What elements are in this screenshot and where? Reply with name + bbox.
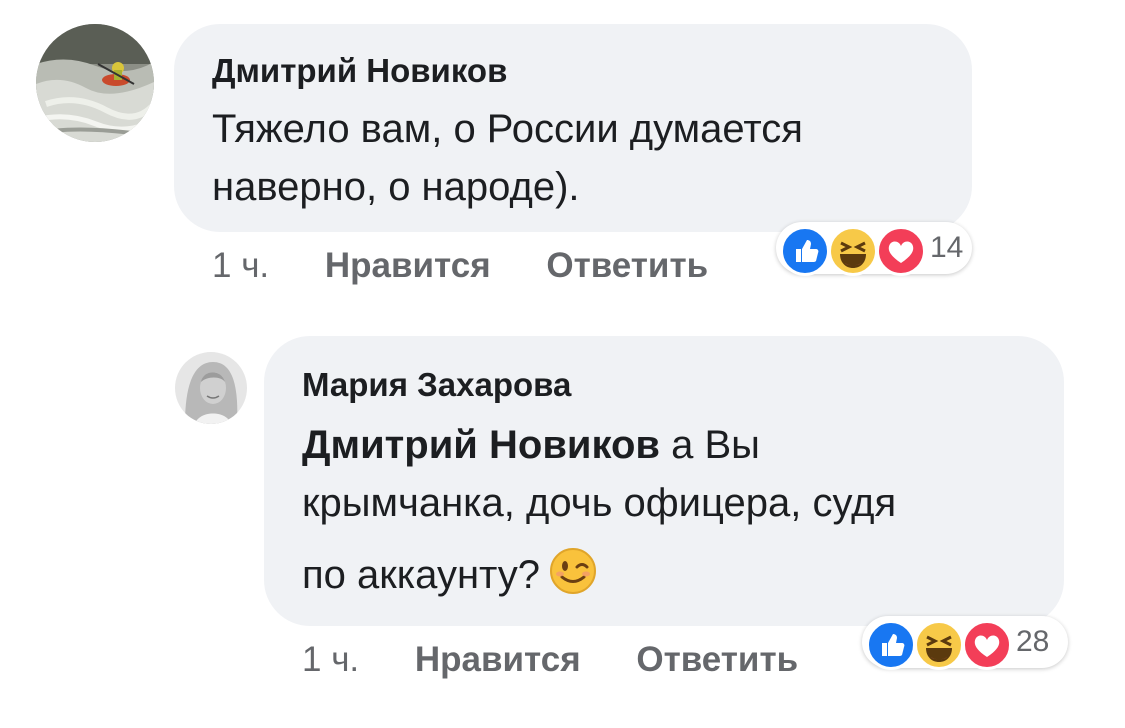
reaction-count: 14 (930, 231, 964, 264)
reply-button[interactable]: Ответить (636, 640, 798, 679)
avatar[interactable] (36, 24, 154, 142)
woman-portrait-avatar (175, 352, 247, 424)
reaction-count: 28 (1016, 625, 1050, 658)
author-name[interactable]: Мария Захарова (302, 366, 571, 404)
comment-text-line: наверно, о народе). (212, 165, 580, 209)
timestamp[interactable]: 1 ч. (302, 640, 359, 679)
comment-2: Мария Захарова Дмитрий Новиков а Вы крым… (0, 300, 1125, 728)
reply-button[interactable]: Ответить (546, 246, 708, 285)
reaction-summary[interactable]: 14 (776, 222, 972, 276)
comment-text-fragment: по аккаунту? (302, 553, 541, 597)
comment-text-line: по аккаунту? (302, 546, 896, 612)
comment-text-line: крымчанка, дочь офицера, судя (302, 481, 897, 525)
like-button[interactable]: Нравится (325, 246, 491, 285)
mention-link[interactable]: Дмитрий Новиков (302, 423, 660, 467)
like-icon (780, 226, 830, 276)
avatar[interactable] (175, 352, 247, 424)
comment-1: Дмитрий Новиков Тяжело вам, о России дум… (0, 0, 1125, 300)
wink-emoji-icon (548, 546, 598, 612)
comment-text: Дмитрий Новиков а Вы крымчанка, дочь офи… (302, 416, 896, 612)
haha-icon (828, 226, 878, 276)
love-icon (876, 226, 926, 276)
comment-meta: 1 ч. Нравится Ответить (212, 246, 708, 286)
comment-text-line: Тяжело вам, о России думается (212, 107, 803, 151)
love-icon (962, 620, 1012, 670)
comment-text: Тяжело вам, о России думается наверно, о… (212, 100, 803, 216)
timestamp[interactable]: 1 ч. (212, 246, 269, 285)
author-name[interactable]: Дмитрий Новиков (212, 52, 507, 90)
comment-text-fragment: а Вы (660, 423, 760, 467)
like-icon (866, 620, 916, 670)
comment-text-line: Дмитрий Новиков а Вы (302, 416, 896, 474)
like-button[interactable]: Нравится (415, 640, 581, 679)
comment-meta: 1 ч. Нравится Ответить (302, 640, 798, 680)
haha-icon (914, 620, 964, 670)
kayaker-photo-avatar (36, 24, 154, 142)
reaction-summary[interactable]: 28 (862, 616, 1068, 670)
